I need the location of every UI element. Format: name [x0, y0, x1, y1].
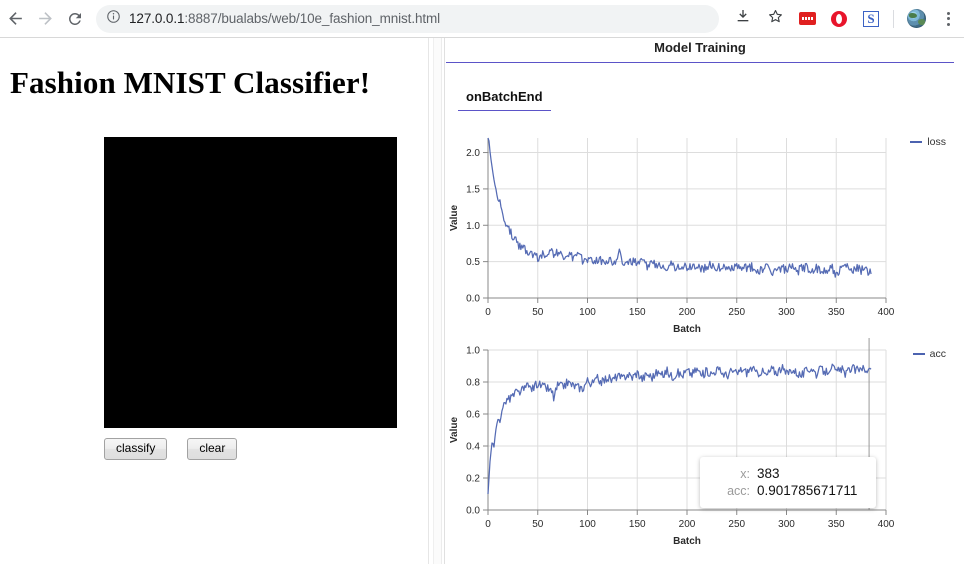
svg-text:Batch: Batch: [673, 324, 701, 335]
bookmark-button[interactable]: [761, 5, 789, 33]
svg-text:0: 0: [485, 519, 491, 530]
svg-text:1.0: 1.0: [466, 346, 480, 357]
tooltip-key-acc: acc:: [727, 484, 750, 498]
svg-text:200: 200: [679, 519, 696, 530]
svg-text:100: 100: [579, 307, 596, 318]
svg-text:2.0: 2.0: [466, 148, 480, 159]
chrome-menu-button[interactable]: [934, 5, 962, 33]
accuracy-chart: 0.0 0.2 0.4 0.6 0.8 1.0 0 50 100 150 200 250 300 350 4…: [446, 338, 954, 550]
browser-toolbar: 127.0.0.1:8887/bualabs/web/10e_fashion_m…: [0, 0, 964, 38]
accuracy-chart-legend: acc: [912, 348, 946, 360]
svg-text:200: 200: [679, 307, 696, 318]
svg-text:0: 0: [485, 307, 491, 318]
canvas-button-row: classify clear: [104, 438, 238, 460]
legend-swatch-acc: [912, 353, 925, 355]
svg-text:0.0: 0.0: [466, 506, 480, 517]
tooltip-row-acc: acc: 0.901785671711: [708, 483, 866, 498]
svg-text:150: 150: [629, 307, 646, 318]
download-button[interactable]: [729, 5, 757, 33]
svg-text:50: 50: [532, 307, 544, 318]
svg-text:300: 300: [778, 519, 795, 530]
svg-text:150: 150: [629, 519, 646, 530]
opera-extension-button[interactable]: [825, 5, 853, 33]
s-extension-button[interactable]: S: [857, 5, 885, 33]
visor-title: Model Training: [446, 40, 954, 63]
svg-text:0.6: 0.6: [466, 410, 480, 421]
chart-tooltip: x: 383 acc: 0.901785671711: [700, 457, 876, 508]
tooltip-value-x: 383: [757, 466, 780, 481]
svg-text:1.0: 1.0: [466, 221, 480, 232]
arrow-left-icon: [6, 9, 25, 28]
red-note-extension-button[interactable]: [793, 5, 821, 33]
star-icon: [767, 8, 784, 30]
tab-onbatchend[interactable]: onBatchEnd: [458, 86, 551, 111]
s-extension-icon: S: [863, 10, 879, 27]
panel-divider: [428, 38, 445, 564]
accuracy-chart-svg: 0.0 0.2 0.4 0.6 0.8 1.0 0 50 100 150 200 250 300 350 4…: [449, 338, 895, 547]
legend-label-loss: loss: [927, 136, 946, 148]
tooltip-row-x: x: 383: [708, 466, 866, 481]
svg-text:Value: Value: [449, 417, 460, 444]
svg-text:1.5: 1.5: [466, 184, 480, 195]
svg-text:250: 250: [728, 307, 745, 318]
download-icon: [735, 8, 751, 29]
forward-button[interactable]: [30, 4, 60, 34]
svg-text:300: 300: [778, 307, 795, 318]
svg-text:0.5: 0.5: [466, 257, 480, 268]
svg-text:0.8: 0.8: [466, 378, 480, 389]
tooltip-value-acc: 0.901785671711: [757, 483, 858, 498]
reload-button[interactable]: [60, 4, 90, 34]
legend-label-acc: acc: [929, 348, 946, 360]
svg-text:50: 50: [532, 519, 544, 530]
back-button[interactable]: [0, 4, 30, 34]
profile-button[interactable]: [902, 5, 930, 33]
svg-text:250: 250: [728, 519, 745, 530]
url-path: :8887/bualabs/web/10e_fashion_mnist.html: [184, 11, 441, 26]
svg-text:0.2: 0.2: [466, 474, 480, 485]
svg-text:350: 350: [828, 519, 845, 530]
url-host: 127.0.0.1: [129, 11, 185, 26]
svg-text:350: 350: [828, 307, 845, 318]
svg-text:0.0: 0.0: [466, 294, 480, 305]
red-note-extension-icon: [798, 12, 816, 25]
clear-button[interactable]: clear: [187, 438, 238, 460]
loss-chart-svg: 0.0 0.5 1.0 1.5 2.0 0 50 100 150 200 250 300 350 400 B…: [449, 137, 895, 335]
loss-chart-legend: loss: [910, 136, 946, 148]
svg-text:Batch: Batch: [673, 536, 701, 547]
drawing-canvas[interactable]: [104, 137, 397, 428]
address-bar[interactable]: 127.0.0.1:8887/bualabs/web/10e_fashion_m…: [96, 4, 719, 33]
classify-button[interactable]: classify: [104, 438, 168, 460]
visor-tab-bar: onBatchEnd: [458, 86, 551, 111]
kebab-menu-icon: [946, 11, 950, 26]
info-circle-icon[interactable]: [106, 9, 121, 29]
tooltip-key-x: x:: [740, 467, 750, 481]
legend-swatch-loss: [910, 141, 923, 143]
visor-panel: Model Training onBatchEnd 0.0 0.5 1.0 1.5 2.…: [446, 38, 964, 564]
page-title: Fashion MNIST Classifier!: [10, 64, 371, 100]
classifier-panel: Fashion MNIST Classifier! classify clear: [0, 38, 428, 564]
arrow-right-icon: [36, 9, 55, 28]
loss-chart: 0.0 0.5 1.0 1.5 2.0 0 50 100 150 200 250 300 350 400 B…: [446, 126, 954, 338]
opera-extension-icon: [831, 10, 847, 27]
url-text: 127.0.0.1:8887/bualabs/web/10e_fashion_m…: [129, 11, 440, 26]
reload-icon: [66, 10, 84, 28]
profile-avatar-icon: [906, 9, 926, 28]
svg-text:400: 400: [878, 307, 895, 318]
svg-text:400: 400: [878, 519, 895, 530]
svg-text:Value: Value: [449, 205, 460, 232]
svg-text:100: 100: [579, 519, 596, 530]
svg-text:0.4: 0.4: [466, 442, 480, 453]
page-content: Fashion MNIST Classifier! classify clear…: [0, 38, 964, 564]
toolbar-divider: [893, 9, 894, 28]
